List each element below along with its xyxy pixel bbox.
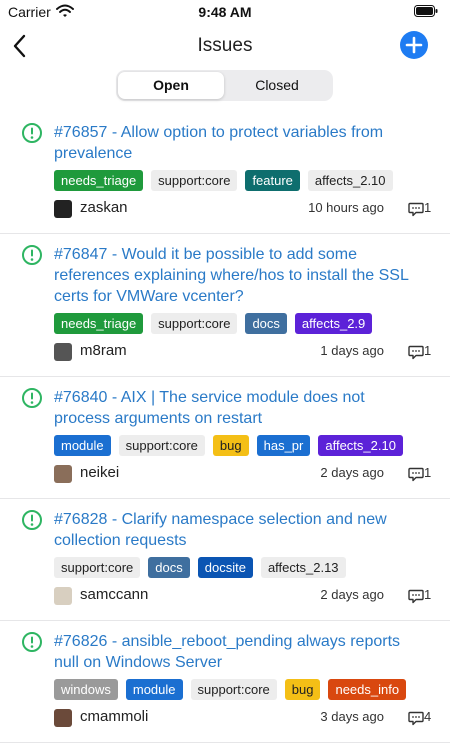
issue-label-tag[interactable]: module (54, 435, 111, 456)
issue-title-link[interactable]: #76840 - AIX | The service module does n… (54, 387, 450, 429)
issue-list: #76857 - Allow option to protect variabl… (0, 112, 450, 749)
comment-count: 1 (424, 587, 432, 602)
issue-labels: needs_triage support:core feature affects_2… (54, 170, 450, 192)
issue-label-tag[interactable]: needs_info (328, 679, 407, 700)
comment-icon (408, 345, 424, 360)
issue-meta: cmammoli 3 days ago 4 (54, 706, 450, 730)
avatar (54, 200, 72, 218)
issue-row[interactable]: #76828 - Clarify namespace selection and… (0, 499, 450, 621)
status-bar: Carrier 9:48 AM (0, 0, 450, 24)
comment-count: 1 (424, 200, 432, 215)
issue-author: m8ram (80, 342, 127, 359)
open-issue-icon (22, 388, 42, 408)
comment-icon (408, 589, 424, 604)
issue-label-tag[interactable]: affects_2.10 (318, 435, 403, 456)
open-closed-segmented-control: Open Closed (116, 70, 333, 101)
issue-label-tag[interactable]: bug (284, 679, 321, 700)
issue-label-tag[interactable]: docsite (197, 557, 253, 578)
add-issue-button[interactable] (400, 31, 428, 59)
status-time: 9:48 AM (198, 4, 252, 20)
issue-labels: module support:core bug has_pr affects_2.10 (54, 435, 450, 457)
issue-author: neikei (80, 464, 120, 481)
issue-title-link[interactable]: #76828 - Clarify namespace selection and… (54, 509, 450, 551)
issue-row[interactable]: #76847 - Would it be possible to add som… (0, 234, 450, 377)
issue-label-tag[interactable]: docs (148, 557, 190, 578)
issue-title-link[interactable]: #76857 - Allow option to protect variabl… (54, 122, 450, 164)
issue-label-tag[interactable]: support:core (54, 557, 141, 578)
issue-row[interactable]: #76857 - Allow option to protect variabl… (0, 112, 450, 234)
issue-labels: needs_triage support:core docs affects_2.9 (54, 313, 450, 335)
open-issue-icon (22, 245, 42, 265)
open-issue-icon (22, 632, 42, 652)
open-issue-icon (22, 123, 42, 143)
avatar (54, 587, 72, 605)
issue-time: 2 days ago (320, 465, 384, 480)
issue-time: 1 days ago (320, 343, 384, 358)
issue-label-tag[interactable]: support:core (118, 435, 205, 456)
issue-label-tag[interactable]: docs (245, 313, 287, 334)
comment-count: 1 (424, 465, 432, 480)
issue-label-tag[interactable]: module (125, 679, 183, 700)
plus-icon (405, 36, 423, 54)
issue-label-tag[interactable]: affects_2.13 (260, 557, 346, 578)
issue-label-tag[interactable]: needs_triage (54, 313, 144, 334)
issue-row[interactable]: #76840 - AIX | The service module does n… (0, 377, 450, 499)
comment-count: 1 (424, 343, 432, 358)
issue-label-tag[interactable]: support:core (190, 679, 277, 700)
avatar (54, 343, 72, 361)
comment-count: 4 (424, 709, 432, 724)
open-issue-icon (22, 510, 42, 530)
issue-title-link[interactable]: #76826 - ansible_reboot_pending always r… (54, 631, 450, 673)
issue-author: cmammoli (80, 708, 149, 725)
issue-time: 3 days ago (320, 709, 384, 724)
issue-time: 2 days ago (320, 587, 384, 602)
comment-icon (408, 202, 424, 217)
comment-icon (408, 467, 424, 482)
comment-icon (408, 711, 424, 726)
battery-icon (414, 5, 438, 17)
avatar (54, 709, 72, 727)
issue-meta: zaskan 10 hours ago 1 (54, 197, 450, 221)
issue-meta: neikei 2 days ago 1 (54, 462, 450, 486)
issue-label-tag[interactable]: needs_triage (54, 170, 144, 191)
tab-open[interactable]: Open (118, 72, 224, 99)
issue-labels: support:core docs docsite affects_2.13 (54, 557, 450, 579)
issue-author: zaskan (80, 199, 128, 216)
issue-label-tag[interactable]: has_pr (256, 435, 311, 456)
avatar (54, 465, 72, 483)
tab-closed[interactable]: Closed (224, 72, 330, 99)
issue-labels: windows module support:core bug needs_info (54, 679, 450, 701)
issue-label-tag[interactable]: support:core (151, 313, 238, 334)
issue-label-tag[interactable]: affects_2.9 (294, 313, 373, 334)
issue-meta: m8ram 1 days ago 1 (54, 340, 450, 364)
page-title: Issues (197, 35, 253, 56)
issue-label-tag[interactable]: affects_2.10 (307, 170, 393, 191)
navigation-bar: Issues (0, 26, 450, 66)
issue-label-tag[interactable]: feature (245, 170, 300, 191)
issue-label-tag[interactable]: support:core (151, 170, 238, 191)
issue-label-tag[interactable]: windows (54, 679, 118, 700)
issue-title-link[interactable]: #76847 - Would it be possible to add som… (54, 244, 450, 307)
issue-meta: samccann 2 days ago 1 (54, 584, 450, 608)
issue-time: 10 hours ago (308, 200, 384, 215)
issue-row[interactable]: #76826 - ansible_reboot_pending always r… (0, 621, 450, 743)
issue-author: samccann (80, 586, 149, 603)
issue-label-tag[interactable]: bug (212, 435, 249, 456)
